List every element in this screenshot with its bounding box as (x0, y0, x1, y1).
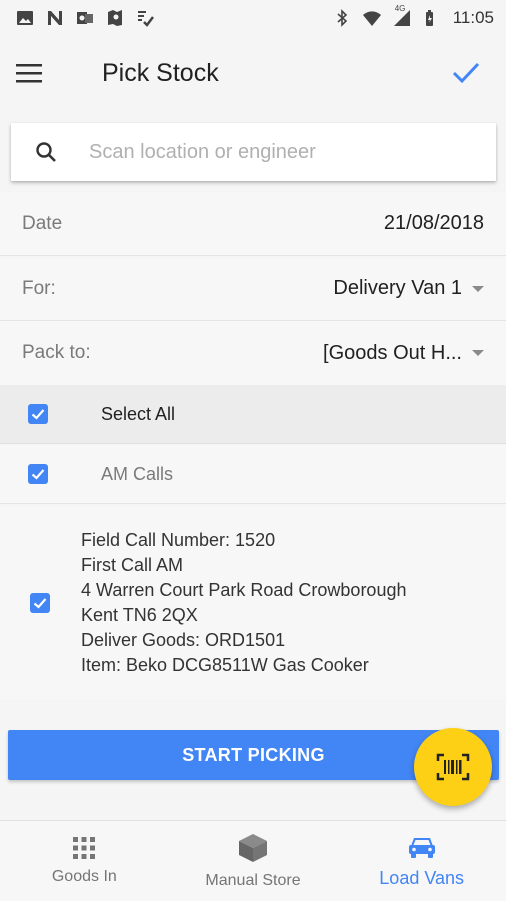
pack-to-value: [Goods Out H... (323, 341, 462, 364)
outlook-icon (76, 9, 94, 27)
task-check-icon (136, 9, 154, 27)
dropdown-arrow-icon (472, 285, 484, 292)
dropdown-arrow-icon (472, 350, 484, 356)
checkbox-check-icon (33, 597, 47, 609)
nav-load-vans[interactable]: Load Vans (337, 821, 506, 901)
call-item-checkbox[interactable] (30, 592, 50, 613)
am-calls-label: AM Calls (101, 463, 174, 484)
system-icons: 4G 11:05 (333, 4, 494, 28)
pack-to-dropdown[interactable]: [Goods Out H... (323, 342, 484, 365)
barcode-scan-button[interactable] (414, 728, 492, 806)
for-dropdown[interactable]: Delivery Van 1 (333, 277, 484, 300)
van-icon (408, 837, 435, 858)
date-row: Date 21/08/2018 (0, 192, 506, 256)
confirm-button[interactable] (442, 49, 490, 97)
for-row: For: Delivery Van 1 (0, 257, 506, 321)
item-description: Item: Beko DCG8511W Gas Cooker (81, 654, 369, 675)
search-icon (36, 142, 56, 162)
nav-load-vans-label: Load Vans (379, 867, 465, 888)
for-value: Delivery Van 1 (333, 277, 462, 299)
address-line-2: Kent TN6 2QX (81, 604, 198, 625)
call-list-item[interactable]: Field Call Number: 1520 First Call AM 4 … (0, 505, 506, 700)
map-pin-icon (106, 9, 124, 27)
call-details: Field Call Number: 1520 First Call AM 4 … (81, 528, 406, 678)
nav-manual-store[interactable]: Manual Store (169, 821, 338, 901)
field-call-number: Field Call Number: 1520 (81, 529, 276, 550)
image-icon (16, 9, 34, 27)
address-line-1: 4 Warren Court Park Road Crowborough (81, 579, 407, 600)
am-calls-checkbox[interactable] (28, 464, 48, 484)
barcode-icon (436, 753, 470, 781)
search-bar (11, 123, 496, 181)
status-bar: 4G 11:05 (0, 0, 506, 36)
wifi-icon (362, 9, 381, 27)
clock: 11:05 (452, 8, 494, 27)
battery-icon (423, 9, 441, 27)
search-input[interactable] (87, 139, 472, 165)
select-all-row[interactable]: Select All (0, 385, 506, 444)
bottom-navigation: Goods In Manual Store Load Vans (0, 820, 506, 901)
bluetooth-icon (333, 9, 351, 27)
network-type: 4G (394, 4, 406, 13)
deliver-goods: Deliver Goods: ORD1501 (81, 629, 286, 650)
date-label: Date (22, 212, 63, 234)
call-slot: First Call AM (81, 554, 184, 575)
hamburger-menu-icon (16, 64, 42, 83)
select-all-checkbox[interactable] (28, 404, 48, 424)
box-icon (239, 834, 267, 862)
notification-icons (16, 9, 154, 27)
checkbox-check-icon (31, 409, 45, 420)
select-all-label: Select All (101, 403, 176, 424)
checkmark-icon (452, 62, 480, 84)
nav-goods-in[interactable]: Goods In (0, 821, 169, 901)
date-value[interactable]: 21/08/2018 (384, 212, 484, 235)
nav-goods-in-label: Goods In (51, 868, 117, 885)
nav-manual-store-label: Manual Store (205, 872, 301, 889)
pack-to-row: Pack to: [Goods Out H... (0, 321, 506, 385)
for-label: For: (22, 277, 56, 299)
n-app-icon (46, 9, 64, 27)
app-bar: Pick Stock (0, 36, 506, 110)
pack-to-label: Pack to: (22, 342, 91, 363)
checkbox-check-icon (31, 469, 45, 480)
grid-icon (73, 837, 96, 859)
menu-button[interactable] (16, 49, 72, 97)
page-title: Pick Stock (102, 58, 219, 87)
group-row-am-calls[interactable]: AM Calls (0, 445, 506, 504)
cell-signal-icon: 4G (393, 4, 411, 27)
